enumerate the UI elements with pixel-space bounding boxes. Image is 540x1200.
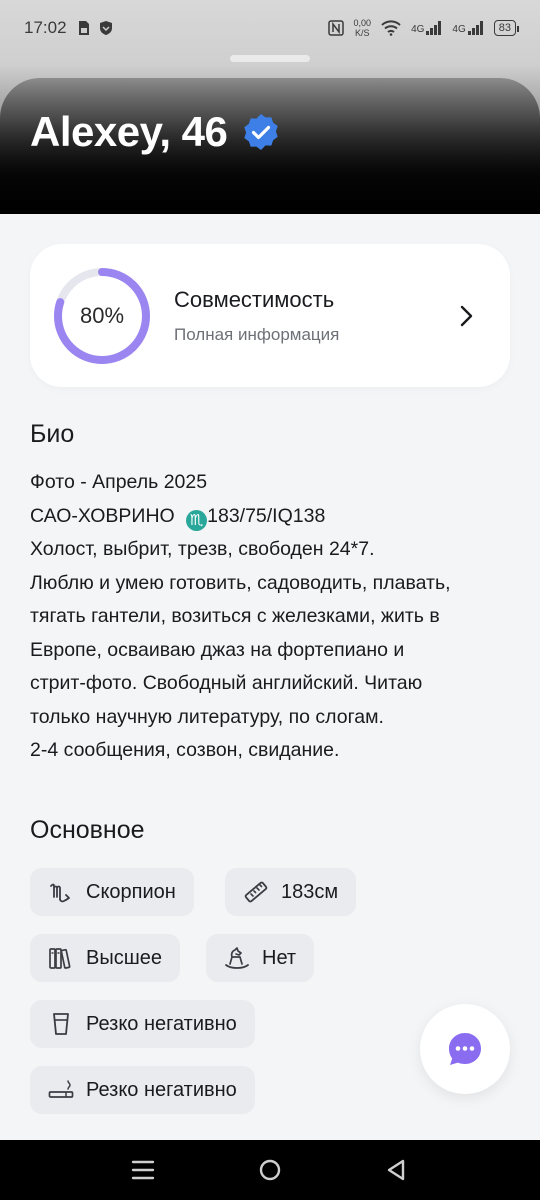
chat-button[interactable]	[420, 1004, 510, 1094]
bio-title: Био	[30, 420, 75, 448]
chip-label: Скорпион	[86, 880, 176, 903]
back-triangle-icon	[387, 1159, 404, 1181]
nfc-icon	[327, 20, 344, 36]
bio-line: Холост, выбрит, трезв, свободен 24*7.	[30, 538, 375, 560]
recents-button[interactable]	[128, 1155, 158, 1185]
basics-title: Основное	[30, 816, 145, 844]
bio-text: Фото - Апрель 2025 САО-ХОВРИНО ♏ 183/75/I…	[30, 466, 520, 768]
bio-line: стрит-фото. Свободный английский. Читаю	[30, 672, 423, 694]
home-circle-icon	[259, 1159, 281, 1181]
status-time: 17:02	[24, 18, 67, 37]
chip-height: 183см	[225, 868, 357, 916]
compatibility-subtitle: Полная информация	[174, 324, 340, 344]
signal-icon	[467, 21, 483, 35]
sheet-grab-handle[interactable]	[230, 55, 310, 62]
compatibility-ring: 80%	[52, 266, 152, 366]
chip-label: Резко негативно	[86, 1078, 237, 1101]
chevron-right-icon[interactable]	[454, 304, 478, 328]
chip-alcohol: Резко негативно	[30, 1000, 255, 1048]
profile-name: Alexey, 46	[30, 108, 228, 155]
chat-bubble-icon	[449, 1033, 481, 1065]
scorpio-icon	[50, 883, 70, 903]
signal-label-2: 4G	[452, 24, 466, 35]
chip-label: Высшее	[86, 946, 163, 969]
home-button[interactable]	[255, 1155, 285, 1185]
sim-icon	[78, 21, 89, 35]
system-nav-bar	[0, 1140, 540, 1200]
bio-line: Европе, осваиваю джаз на фортепиано и	[30, 638, 405, 661]
bio-line: Фото - Апрель 2025	[30, 471, 208, 493]
chip-label: Нет	[262, 946, 297, 969]
compatibility-percent: 80%	[79, 302, 125, 328]
books-icon	[49, 948, 71, 969]
status-bar: 17:02 0,00 K/S 4G 4G 83	[0, 0, 540, 56]
bio-line: 2-4 сообщения, созвон, свидание.	[30, 739, 340, 761]
chip-zodiac: Скорпион	[30, 868, 194, 916]
bio-line: 183/75/IQ138	[207, 504, 326, 527]
bio-line: САО-ХОВРИНО	[30, 504, 181, 527]
menu-icon	[132, 1160, 155, 1180]
chip-education: Высшее	[30, 934, 181, 982]
back-button[interactable]	[382, 1155, 412, 1185]
compatibility-card[interactable]: 80% Совместимость Полная информация	[30, 244, 510, 387]
bio-line: тягать гантели, возиться с железками, жи…	[30, 605, 440, 627]
battery-icon: 83	[493, 20, 520, 36]
cigarette-icon	[48, 1080, 74, 1098]
signal-icon	[426, 21, 442, 35]
profile-name-row: Alexey, 46	[30, 108, 281, 156]
glass-icon	[53, 1013, 69, 1035]
compatibility-title: Совместимость	[174, 286, 335, 312]
chip-label: 183см	[281, 880, 339, 903]
signal-label-1: 4G	[411, 24, 425, 35]
scorpio-emoji-icon: ♏	[186, 509, 208, 531]
chip-label: Резко негативно	[86, 1012, 237, 1035]
chip-smoking: Резко негативно	[30, 1066, 255, 1114]
bio-line: Люблю и умею готовить, садоводить, плава…	[30, 571, 451, 594]
bio-line: только научную литературу, по слогам.	[30, 705, 384, 728]
verified-badge-icon	[244, 114, 279, 150]
ruler-icon	[244, 881, 268, 903]
rocking-horse-icon	[225, 947, 249, 969]
chip-children: Нет	[206, 934, 315, 982]
net-speed: 0,00 K/S	[353, 18, 372, 38]
shield-icon	[99, 21, 112, 35]
wifi-icon	[381, 20, 401, 36]
profile-content: 80% Совместимость Полная информация Био …	[0, 214, 540, 1140]
